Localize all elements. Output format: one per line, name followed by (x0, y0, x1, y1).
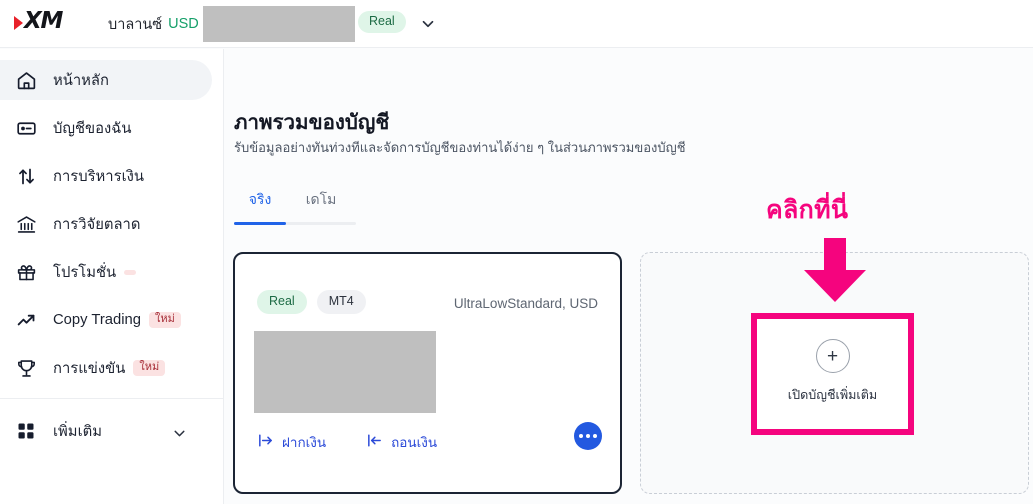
transfer-icon (14, 164, 38, 188)
arrow-out-icon (366, 432, 383, 452)
bank-icon (14, 212, 38, 236)
balance-group: บาลานซ์ USD (108, 0, 199, 48)
sidebar: หน้าหลัก บัญชีของฉัน การบริหารเงิน การวิ… (0, 49, 224, 504)
sidebar-item-my-accounts[interactable]: บัญชีของฉัน (0, 108, 212, 148)
platform-chip: MT4 (316, 290, 366, 314)
sidebar-item-label: โปรโมชั่น (53, 265, 117, 281)
grid-icon (14, 419, 38, 443)
new-badge (124, 269, 137, 275)
tabs: จริง เดโม (234, 189, 356, 225)
tab-track (234, 222, 356, 225)
sidebar-item-label: บัญชีของฉัน (53, 121, 132, 137)
top-bar: XM บาลานซ์ USD Real (0, 0, 1033, 48)
account-type-chip: Real (257, 290, 307, 314)
withdraw-label: ถอนเงิน (391, 435, 438, 450)
ellipsis-dot (586, 434, 590, 438)
sidebar-item-label: Copy Trading (53, 312, 142, 328)
tab-real[interactable]: จริง (234, 189, 286, 222)
trophy-icon (14, 356, 38, 380)
chevron-down-icon[interactable] (419, 15, 437, 38)
trending-up-icon (14, 308, 38, 332)
sidebar-item-contests[interactable]: การแข่งขัน ใหม่ (0, 348, 212, 388)
deposit-button[interactable]: ฝากเงิน (257, 431, 326, 453)
gift-icon (14, 260, 38, 284)
balance-label: บาลานซ์ (108, 16, 163, 33)
ellipsis-dot (593, 434, 597, 438)
open-account-label: เปิดบัญชีเพิ่มเติม (787, 388, 878, 402)
sidebar-item-market-research[interactable]: การวิจัยตลาด (0, 204, 212, 244)
tab-demo[interactable]: เดโม (286, 189, 356, 222)
sidebar-item-home[interactable]: หน้าหลัก (0, 60, 212, 100)
sidebar-item-label: การแข่งขัน (53, 361, 126, 377)
sidebar-item-funds-management[interactable]: การบริหารเงิน (0, 156, 212, 196)
account-card-actions: ฝากเงิน ถอนเงิน (257, 431, 437, 453)
sidebar-item-copy-trading[interactable]: Copy Trading ใหม่ (0, 300, 212, 340)
account-more-button[interactable] (574, 422, 602, 450)
arrow-into-icon (257, 432, 274, 452)
card-icon (14, 116, 38, 140)
deposit-label: ฝากเงิน (282, 435, 327, 450)
new-badge: ใหม่ (149, 312, 181, 328)
open-account-highlight-box[interactable]: + เปิดบัญชีเพิ่มเติม (751, 313, 914, 435)
plus-icon[interactable]: + (815, 339, 850, 373)
main-content: ภาพรวมของบัญชี รับข้อมูลอย่างทันท่วงทีแล… (224, 49, 1033, 504)
xm-logo[interactable]: XM (14, 8, 63, 34)
tab-active-indicator (234, 222, 286, 225)
sidebar-item-promotions[interactable]: โปรโมชั่น (0, 252, 212, 292)
sidebar-item-label: การบริหารเงิน (53, 169, 144, 185)
logo-arrow-icon (14, 15, 23, 30)
app-root: XM บาลานซ์ USD Real หน้าหลัก บัญชีของฉัน (0, 0, 1033, 504)
withdraw-button[interactable]: ถอนเงิน (366, 431, 437, 453)
sidebar-item-label: การวิจัยตลาด (53, 217, 141, 233)
logo-text: XM (24, 8, 63, 34)
page-title: ภาพรวมของบัญชี (234, 111, 390, 134)
sidebar-item-more[interactable]: เพิ่มเติม (0, 411, 212, 451)
account-card-chips: Real MT4 (257, 290, 366, 314)
sidebar-item-label: เพิ่มเติม (53, 424, 102, 440)
account-balance-redacted (254, 331, 436, 413)
account-card[interactable]: Real MT4 UltraLowStandard, USD ฝากเงิน ถ… (233, 252, 622, 494)
page-subtitle: รับข้อมูลอย่างทันท่วงทีและจัดการบัญชีของ… (234, 140, 686, 155)
chevron-down-icon[interactable] (171, 425, 188, 447)
balance-currency: USD (168, 16, 199, 32)
down-arrow-icon (800, 238, 870, 309)
click-here-annotation: คลิกที่นี่ (766, 196, 849, 224)
account-meta: UltraLowStandard, USD (453, 296, 598, 311)
balance-value-redacted (203, 6, 355, 42)
sidebar-item-label: หน้าหลัก (53, 73, 109, 89)
new-badge: ใหม่ (133, 360, 166, 376)
sidebar-divider (0, 398, 223, 399)
account-type-badge: Real (358, 11, 406, 33)
ellipsis-dot (579, 434, 583, 438)
home-icon (14, 68, 38, 92)
